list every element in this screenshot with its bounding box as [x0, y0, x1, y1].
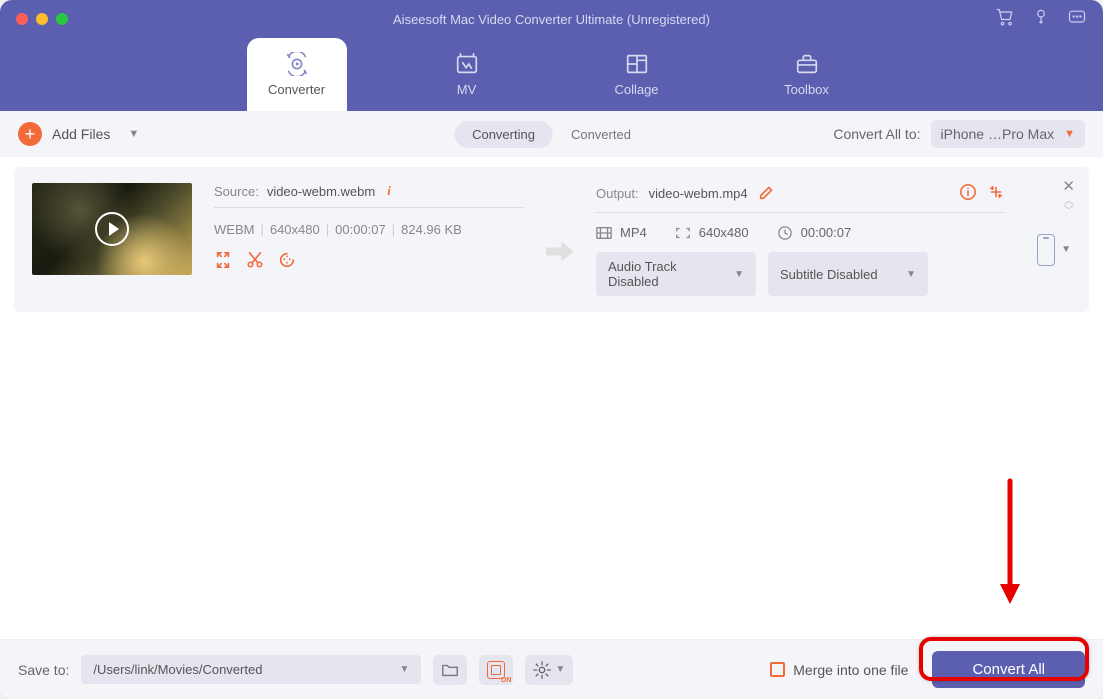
titlebar: Aiseesoft Mac Video Converter Ultimate (… — [0, 0, 1103, 38]
rename-icon[interactable] — [758, 183, 776, 204]
move-down-button[interactable]: ﹀ — [1064, 207, 1074, 217]
source-filename: video-webm.webm — [267, 184, 375, 199]
convert-all-value: iPhone …Pro Max — [941, 126, 1055, 142]
convert-all-format-dropdown[interactable]: iPhone …Pro Max ▼ — [931, 120, 1086, 148]
save-path-value: /Users/link/Movies/Converted — [93, 662, 262, 677]
output-resolution: 640x480 — [699, 225, 749, 240]
output-format: MP4 — [620, 225, 647, 240]
file-item: Source: video-webm.webm i WEBM|640x480|0… — [14, 167, 1089, 312]
subtitle-value: Subtitle Disabled — [780, 267, 878, 282]
add-files-button[interactable]: + Add Files ▼ — [18, 122, 139, 146]
nav-collage-label: Collage — [614, 82, 658, 97]
tab-converting[interactable]: Converting — [454, 121, 553, 148]
video-icon — [596, 226, 612, 240]
merge-checkbox[interactable]: Merge into one file — [770, 662, 908, 678]
edit-effects-icon[interactable] — [278, 251, 296, 272]
chevron-down-icon: ▼ — [1064, 128, 1075, 140]
source-label: Source: — [214, 184, 259, 199]
plus-icon: + — [18, 122, 42, 146]
remove-file-button[interactable]: ✕ — [1062, 177, 1075, 195]
window-controls — [16, 13, 68, 25]
compress-icon[interactable] — [214, 251, 232, 272]
output-label: Output: — [596, 186, 639, 201]
phone-icon — [1037, 234, 1055, 266]
chevron-down-icon: ▼ — [906, 269, 916, 280]
resolution-icon — [675, 226, 691, 240]
nav-converter[interactable]: Converter — [247, 38, 347, 111]
audio-track-value: Audio Track Disabled — [608, 259, 720, 289]
gpu-accel-button[interactable]: ON — [479, 655, 513, 685]
source-size: 824.96 KB — [401, 222, 462, 237]
source-column: Source: video-webm.webm i WEBM|640x480|0… — [214, 183, 524, 296]
main-nav: Converter MV Collage Toolbox — [0, 38, 1103, 111]
cut-icon[interactable] — [246, 251, 264, 272]
audio-track-dropdown[interactable]: Audio Track Disabled ▼ — [596, 252, 756, 296]
key-icon[interactable] — [1031, 7, 1051, 32]
subtitle-dropdown[interactable]: Subtitle Disabled ▼ — [768, 252, 928, 296]
nav-mv-label: MV — [457, 82, 477, 97]
merge-label: Merge into one file — [793, 662, 908, 678]
feedback-icon[interactable] — [1067, 7, 1087, 32]
add-files-label: Add Files — [52, 126, 110, 142]
minimize-window-button[interactable] — [36, 13, 48, 25]
save-path-dropdown[interactable]: /Users/link/Movies/Converted ▼ — [81, 655, 421, 684]
chevron-down-icon[interactable]: ▼ — [128, 128, 139, 140]
video-thumbnail[interactable] — [32, 183, 192, 275]
file-info-icon[interactable] — [959, 183, 977, 204]
source-duration: 00:00:07 — [335, 222, 386, 237]
output-filename: video-webm.mp4 — [649, 186, 748, 201]
footer-bar: Save to: /Users/link/Movies/Converted ▼ … — [0, 639, 1103, 699]
nav-toolbox[interactable]: Toolbox — [757, 38, 857, 111]
app-window: Aiseesoft Mac Video Converter Ultimate (… — [0, 0, 1103, 699]
nav-mv[interactable]: MV — [417, 38, 517, 111]
info-icon[interactable]: i — [387, 183, 391, 199]
gpu-on-badge: ON — [501, 677, 512, 684]
close-window-button[interactable] — [16, 13, 28, 25]
source-format: WEBM — [214, 222, 254, 237]
toolbar: + Add Files ▼ Converting Converted Conve… — [0, 111, 1103, 157]
convert-all-button[interactable]: Convert All — [932, 651, 1085, 688]
chevron-down-icon: ▼ — [555, 664, 565, 675]
settings-button[interactable]: ▼ — [525, 655, 573, 685]
open-folder-button[interactable] — [433, 655, 467, 685]
checkbox-icon — [770, 662, 785, 677]
maximize-window-button[interactable] — [56, 13, 68, 25]
output-duration: 00:00:07 — [801, 225, 852, 240]
chevron-down-icon: ▼ — [734, 269, 744, 280]
enhance-icon[interactable] — [987, 183, 1005, 204]
nav-converter-label: Converter — [268, 82, 325, 97]
chevron-down-icon: ▼ — [1061, 244, 1071, 255]
cart-icon[interactable] — [995, 7, 1015, 32]
convert-all-to-label: Convert All to: — [833, 126, 920, 142]
arrow-icon — [546, 207, 574, 296]
source-meta: WEBM|640x480|00:00:07|824.96 KB — [214, 222, 524, 237]
save-to-label: Save to: — [18, 662, 69, 678]
status-tabs: Converting Converted — [454, 121, 649, 148]
source-resolution: 640x480 — [270, 222, 320, 237]
file-list: Source: video-webm.webm i WEBM|640x480|0… — [0, 157, 1103, 639]
nav-collage[interactable]: Collage — [587, 38, 687, 111]
play-icon — [95, 212, 129, 246]
row-controls: ✕ ︿ ﹀ — [1062, 177, 1075, 217]
nav-toolbox-label: Toolbox — [784, 82, 829, 97]
tab-converted[interactable]: Converted — [553, 121, 649, 148]
clock-icon — [777, 226, 793, 240]
gear-icon — [533, 661, 551, 679]
output-column: Output: video-webm.mp4 MP4 640x480 00:00… — [596, 183, 1005, 296]
window-title: Aiseesoft Mac Video Converter Ultimate (… — [0, 12, 1103, 27]
chevron-down-icon: ▼ — [399, 664, 409, 675]
